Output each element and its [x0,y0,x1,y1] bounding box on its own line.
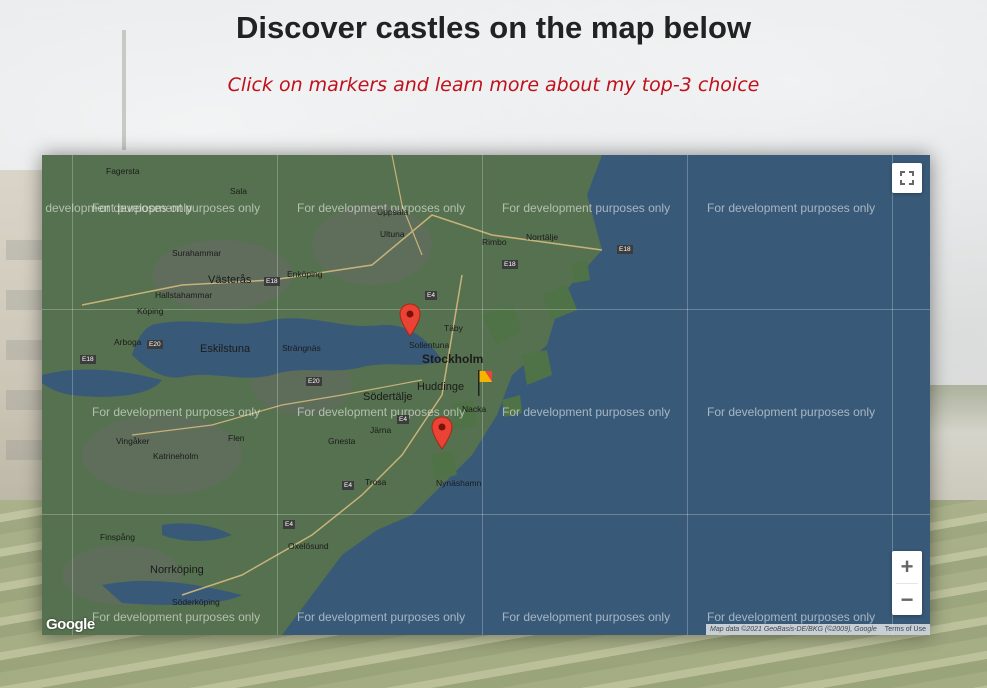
place-label: Sala [230,186,248,196]
place-label: Norrköping [150,564,204,576]
map-container[interactable]: For development purposes only For develo… [42,155,930,635]
tile-border [72,155,73,635]
terms-of-use-link[interactable]: Terms of Use [885,626,926,633]
place-label: Oxelösund [288,541,329,551]
place-label: Västerås [208,274,252,286]
zoom-control: + − [892,551,922,615]
castle-marker[interactable] [399,303,421,337]
dev-watermark: For development purposes only [707,405,876,419]
tile-border [277,155,278,635]
road-shield: E20 [306,377,322,386]
road-shield: E4 [397,415,409,424]
place-label: Söderköping [172,597,220,607]
dev-watermark: For development purposes only [297,610,466,624]
place-label: Gnesta [328,436,356,446]
tile-border [687,155,688,635]
tile-border [42,309,930,310]
place-label: Ultuna [380,229,405,239]
google-logo: Google [46,616,95,633]
road-shield: E18 [80,355,96,364]
place-label: Katrineholm [153,451,199,461]
map-attribution: Map data ©2021 GeoBasis-DE/BKG (©2009), … [706,624,930,635]
place-label: Trosa [365,477,387,487]
flag-marker[interactable] [477,370,493,396]
dev-watermark: For development purposes only [92,610,261,624]
place-label: Strängnäs [282,343,321,353]
place-label: Stockholm [422,352,484,366]
place-label: Enköping [287,269,323,279]
page-subtitle: Click on markers and learn more about my… [227,74,760,96]
place-label: Finspång [100,532,135,542]
place-label: Nynäshamn [436,478,482,488]
place-label: Södertälje [363,391,413,403]
place-label: Sollentuna [409,340,450,350]
place-label: Flen [228,433,245,443]
dev-watermark: For development purposes only [92,405,261,419]
dev-watermark: For development purposes only [707,610,876,624]
road-shield: E4 [342,481,354,490]
dev-watermark: For development purposes only [502,201,671,215]
place-label: Rimbo [482,237,507,247]
tile-border [42,514,930,515]
fullscreen-icon [900,171,914,185]
road-shield: E18 [264,277,280,286]
road-shield: E18 [617,245,633,254]
place-label: Huddinge [417,381,465,393]
dev-watermark: For development purposes only [502,405,671,419]
zoom-out-button[interactable]: − [892,584,922,616]
castle-marker[interactable] [431,416,453,450]
place-label: Täby [444,323,463,333]
place-label: Norrtälje [526,232,559,242]
zoom-in-button[interactable]: + [892,551,922,583]
place-label: Vingåker [116,436,150,446]
fullscreen-button[interactable] [892,163,922,193]
place-label: Köping [137,306,164,316]
place-label: Eskilstuna [200,343,251,355]
dev-watermark: For development purposes only [707,201,876,215]
place-label: Järna [370,425,392,435]
place-label: Surahammar [172,248,222,258]
dev-watermark: For development purposes only [92,201,261,215]
road-shield: E20 [147,340,163,349]
road-shield: E4 [425,291,437,300]
place-label: Fagersta [106,166,140,176]
place-label: Uppsala [377,207,409,217]
map-data-credit: Map data ©2021 GeoBasis-DE/BKG (©2009), … [710,626,877,633]
road-shield: E4 [283,520,295,529]
page-title: Discover castles on the map below [235,10,752,45]
dev-watermark: For development purposes only [502,610,671,624]
place-label: Arboga [114,337,142,347]
road-shield: E18 [502,260,518,269]
place-label: Hallstahammar [155,290,213,300]
place-label: Nacka [462,404,487,414]
